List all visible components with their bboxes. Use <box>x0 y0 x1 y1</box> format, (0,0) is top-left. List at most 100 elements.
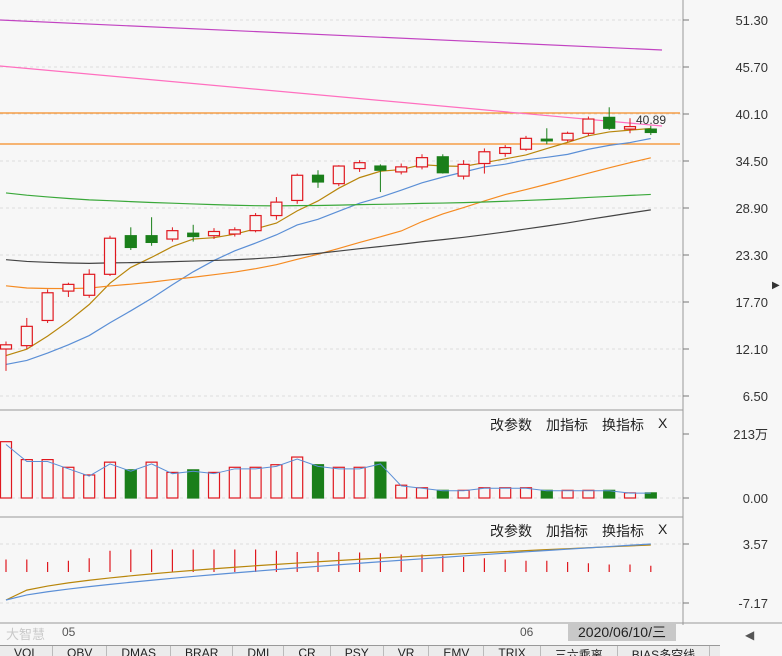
volume-bar <box>395 484 408 499</box>
candle-body <box>457 163 470 177</box>
candle-body <box>436 156 449 174</box>
volume-bar <box>103 461 117 499</box>
indicator-line-a <box>5 544 651 601</box>
candle-body <box>124 235 137 249</box>
change-params-button[interactable]: 改参数 <box>490 521 532 541</box>
volume-bar <box>20 459 33 499</box>
candle-body <box>395 166 408 173</box>
scroll-left-icon[interactable]: ◀ <box>745 628 754 642</box>
date-readout: 2020/06/10/三 <box>568 623 676 641</box>
volume-bar <box>145 461 158 499</box>
candle-body <box>478 151 491 165</box>
volume-bar <box>561 489 574 499</box>
volume-ma-line <box>5 444 651 494</box>
volume-bar <box>457 489 470 499</box>
close-icon[interactable]: X <box>658 415 667 435</box>
switch-indicator-button[interactable]: 换指标 <box>602 415 644 435</box>
ma-long-purple <box>0 19 663 51</box>
indicator-tick-label: 3.57 <box>743 537 768 552</box>
candle-body <box>540 138 553 142</box>
indicator-tab-bar: VOL OBV DMAS BRAR DMI CR PSY VR EMV TRIX… <box>0 645 720 656</box>
candle-body <box>62 283 75 292</box>
volume-bar <box>540 489 553 499</box>
change-params-button[interactable]: 改参数 <box>490 415 532 435</box>
volume-bar <box>124 469 137 499</box>
ma-long-pink <box>0 65 663 127</box>
candle-body <box>83 273 96 296</box>
y-tick-label: 45.70 <box>735 60 768 75</box>
volume-bar <box>415 487 429 499</box>
candle-body <box>20 325 33 347</box>
y-tick-label: 6.50 <box>743 389 768 404</box>
y-tick-label: 34.50 <box>735 154 768 169</box>
candle-body <box>41 292 54 322</box>
volume-bar <box>436 489 449 499</box>
close-icon[interactable]: X <box>658 521 667 541</box>
candle-body <box>0 344 13 350</box>
volume-bar <box>62 466 75 499</box>
volume-tick-label: 213万 <box>733 427 768 442</box>
indicator-tick-label: -7.17 <box>738 596 768 611</box>
y-tick-label: 51.30 <box>735 13 768 28</box>
candle-body <box>519 137 533 150</box>
y-tick-label: 17.70 <box>735 295 768 310</box>
candle-body <box>207 230 221 237</box>
volume-tick-label: 0.00 <box>743 491 768 506</box>
volume-bar <box>291 456 304 499</box>
last-price-label: 40.89 <box>636 113 667 127</box>
ma5-line <box>5 127 651 357</box>
indicator-panel-toolbar: 改参数 加指标 换指标 X <box>490 521 667 541</box>
y-tick-label: 12.10 <box>735 342 768 357</box>
candle-body <box>332 165 345 185</box>
volume-bar <box>519 487 533 499</box>
switch-indicator-button[interactable]: 换指标 <box>602 521 644 541</box>
candle-body <box>187 232 200 238</box>
volume-bar <box>311 464 325 499</box>
y-tick-label: 28.90 <box>735 201 768 216</box>
volume-bar <box>187 469 200 499</box>
candle-body <box>603 116 616 129</box>
candle-body <box>623 125 637 130</box>
volume-bar <box>332 466 345 499</box>
y-tick-label: 40.10 <box>735 107 768 122</box>
add-indicator-button[interactable]: 加指标 <box>546 521 588 541</box>
candle-body <box>270 201 283 217</box>
volume-bar <box>207 471 221 499</box>
volume-bar <box>166 471 179 499</box>
candle-body <box>353 162 366 170</box>
volume-bar <box>644 492 657 499</box>
volume-bar <box>0 441 13 499</box>
volume-bar <box>478 487 491 499</box>
candle-body <box>374 165 387 171</box>
candle-body <box>228 229 241 235</box>
x-label-06: 06 <box>520 625 534 639</box>
y-tick-label: 23.30 <box>735 248 768 263</box>
volume-bar <box>41 459 54 499</box>
volume-bar <box>499 487 512 499</box>
volume-bar <box>249 466 262 499</box>
watermark-logo: 大智慧 <box>6 627 46 642</box>
ma20-line <box>5 157 651 290</box>
candle-body <box>249 214 262 232</box>
volume-panel-toolbar: 改参数 加指标 换指标 X <box>490 415 667 435</box>
candle-body <box>311 174 325 183</box>
x-label-05: 05 <box>62 625 76 639</box>
volume-bar <box>623 492 637 499</box>
candle-body <box>499 146 512 155</box>
candle-body <box>166 230 179 240</box>
indicator-line-b <box>5 543 651 601</box>
candle-body <box>644 128 657 134</box>
candle-body <box>582 118 595 134</box>
volume-bar <box>353 466 366 499</box>
add-indicator-button[interactable]: 加指标 <box>546 415 588 435</box>
volume-bar <box>83 474 96 499</box>
volume-bar <box>228 466 241 499</box>
candle-body <box>561 132 574 141</box>
expand-right-icon[interactable]: ▶ <box>772 280 780 291</box>
candle-body <box>103 237 117 275</box>
candle-body <box>415 157 429 168</box>
candle-body <box>145 235 158 244</box>
candle-body <box>291 174 304 202</box>
volume-bar <box>270 464 283 499</box>
stock-chart[interactable]: 51.30 45.70 40.10 34.50 28.90 23.30 17.70 12.10… <box>0 0 782 655</box>
